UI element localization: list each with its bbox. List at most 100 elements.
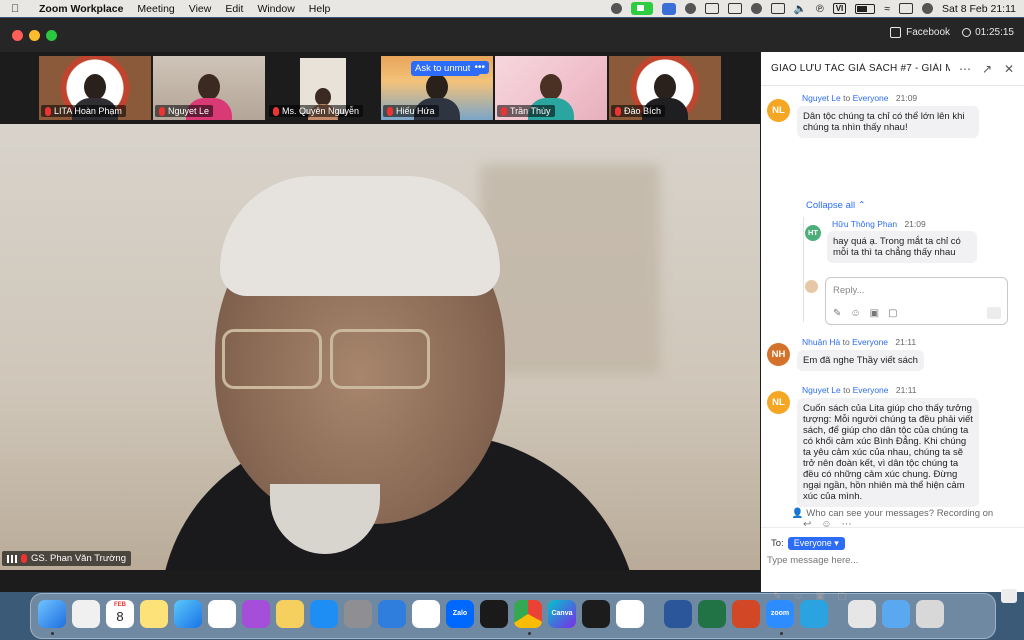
send-reply-button[interactable] <box>987 307 1001 319</box>
cloud-app-icon[interactable] <box>582 600 610 628</box>
file-icon[interactable]: ▣ <box>870 308 879 319</box>
avatar: NL <box>767 99 790 122</box>
who-can-see-link[interactable]: 👤 Who can see your messages? Recording o… <box>761 508 1024 519</box>
finder-icon[interactable] <box>38 600 66 628</box>
wifi-icon[interactable]: ≈ <box>884 3 890 15</box>
popout-icon[interactable]: ↗ <box>980 62 994 76</box>
downloads-stack-icon[interactable] <box>848 600 876 628</box>
menu-meeting[interactable]: Meeting <box>137 3 174 15</box>
ask-to-unmute-button[interactable]: Ask to unmute <box>411 61 480 76</box>
siri-icon[interactable] <box>922 3 934 14</box>
sender-name[interactable]: Nhuận Hà <box>802 337 840 347</box>
pages-icon[interactable] <box>276 600 304 628</box>
apple-menu-icon[interactable]:  <box>11 3 27 15</box>
excel-icon[interactable] <box>698 600 726 628</box>
telegram-icon[interactable] <box>800 600 828 628</box>
avatar: HT <box>805 225 821 241</box>
participant-tile[interactable]: Đào Bích <box>609 56 721 120</box>
battery-icon[interactable] <box>855 3 876 14</box>
speaker-hair <box>220 176 500 296</box>
emoji-icon[interactable]: ☺ <box>850 308 860 319</box>
menu-edit[interactable]: Edit <box>225 3 243 15</box>
bluetooth-icon[interactable]: ℗ <box>816 3 824 15</box>
app-store-icon[interactable] <box>310 600 338 628</box>
participant-more-button[interactable]: ••• <box>470 61 489 74</box>
chat-header: GIAO LƯU TÁC GIẢ SÁCH #7 - GIẢI MÃ... ⋯ … <box>761 52 1024 86</box>
participant-tile[interactable]: Trần Thùy <box>495 56 607 120</box>
message-input[interactable] <box>767 551 1017 569</box>
menu-view[interactable]: View <box>189 3 212 15</box>
screen-status-icon[interactable] <box>727 3 742 14</box>
sender-name[interactable]: Nguyet Le <box>802 93 841 103</box>
message-time: 21:11 <box>895 337 917 347</box>
canva-label: Canva <box>551 610 573 617</box>
message-bubble[interactable]: Cuốn sách của Lita giúp cho thấy tưởng t… <box>797 398 979 507</box>
freeform-icon[interactable] <box>208 600 236 628</box>
sender-name[interactable]: Nguyet Le <box>802 385 841 395</box>
chat-message-list: NL Nguyet Le to Everyone 21:09 Dân tộc c… <box>761 87 1024 530</box>
livestream-facebook[interactable]: Facebook <box>890 27 950 38</box>
mic-muted-icon <box>273 106 279 116</box>
mic-muted-icon <box>501 106 507 116</box>
to-label: To: <box>771 538 784 549</box>
screenshot-icon[interactable]: ▢ <box>888 308 897 319</box>
background-picture <box>480 164 660 374</box>
recipient-dropdown[interactable]: Everyone ▾ <box>787 537 845 550</box>
close-window-button[interactable] <box>12 30 23 41</box>
trash-icon[interactable] <box>916 600 944 628</box>
chat-message: NH Nhuận Hà to Everyone 21:11 Em đã nghe… <box>767 337 1017 377</box>
minimize-window-button[interactable] <box>29 30 40 41</box>
close-icon[interactable]: ✕ <box>1002 62 1016 76</box>
active-speaker-video[interactable]: GS. Phan Văn Trường <box>0 124 760 570</box>
powerpoint-icon[interactable] <box>732 600 760 628</box>
reply-placeholder: Reply... <box>833 285 865 296</box>
mic-muted-icon <box>45 106 51 116</box>
status-sync-icon[interactable] <box>610 3 622 14</box>
word-icon[interactable] <box>664 600 692 628</box>
document-app-icon[interactable] <box>616 600 644 628</box>
message-bubble[interactable]: Em đã nghe Thầy viết sách <box>797 350 924 371</box>
clipboard-status-icon[interactable] <box>704 3 719 14</box>
send-message-button[interactable] <box>1001 589 1017 603</box>
notes-icon[interactable] <box>140 600 168 628</box>
participant-name-tag: Đào Bích <box>611 105 666 117</box>
chat-message: NL Nguyet Le to Everyone 21:11 Cuốn sách… <box>767 385 1017 513</box>
zalo-label: Zalo <box>452 610 468 617</box>
safari-icon[interactable] <box>174 600 202 628</box>
participant-tile[interactable]: Nguyet Le <box>153 56 265 120</box>
sender-name[interactable]: Hữu Thông Phan <box>832 219 897 229</box>
chat-composer: To: Everyone ▾ ✎ ☺ ▣ ▢ <box>761 527 1024 603</box>
message-bubble[interactable]: Dân tộc chúng ta chỉ có thể lớn lên khi … <box>797 106 979 138</box>
participant-tile[interactable]: Ms. Quyên Nguyễn <box>267 56 379 120</box>
mic-muted-icon <box>159 106 165 116</box>
menu-help[interactable]: Help <box>309 3 331 15</box>
reply-input[interactable]: Reply... ✎ ☺ ▣ ▢ <box>825 277 1008 325</box>
quicktime-icon[interactable] <box>480 600 508 628</box>
podcasts-icon[interactable] <box>242 600 270 628</box>
layers-icon[interactable] <box>770 3 785 14</box>
menu-clock[interactable]: Sat 8 Feb 21:11 <box>942 3 1016 15</box>
control-center-icon[interactable] <box>899 3 914 14</box>
input-source-badge[interactable]: VI <box>832 3 847 14</box>
participant-strip: LITA Hoàn Phạm Nguyet Le Ms. Quyên Nguyễ… <box>0 56 760 122</box>
chrome-icon[interactable] <box>514 600 542 628</box>
launchpad-icon[interactable] <box>72 600 100 628</box>
volume-icon[interactable]: 🔈 <box>794 2 807 15</box>
zoom-status-icon[interactable] <box>661 2 676 15</box>
photos-icon[interactable] <box>412 600 440 628</box>
cloud-status-icon[interactable] <box>684 3 696 14</box>
keynote-icon[interactable] <box>378 600 406 628</box>
chat-more-icon[interactable]: ⋯ <box>958 62 972 76</box>
audio-wave-icon[interactable] <box>750 3 762 14</box>
message-bubble[interactable]: hay quá ạ. Trong mắt ta chỉ có mỗi ta th… <box>827 231 977 263</box>
folder-icon[interactable] <box>882 600 910 628</box>
participant-tile[interactable]: LITA Hoàn Phạm <box>39 56 151 120</box>
participant-tile[interactable]: Ask to unmute ••• Hiếu Hứa <box>381 56 493 120</box>
collapse-all-link[interactable]: Collapse all ⌃ <box>806 200 866 211</box>
format-icon[interactable]: ✎ <box>833 308 841 319</box>
zoom-video-status-icon[interactable] <box>630 2 653 15</box>
menu-app-name[interactable]: Zoom Workplace <box>39 3 123 15</box>
system-settings-icon[interactable] <box>344 600 372 628</box>
fullscreen-window-button[interactable] <box>46 30 57 41</box>
menu-window[interactable]: Window <box>257 3 294 15</box>
